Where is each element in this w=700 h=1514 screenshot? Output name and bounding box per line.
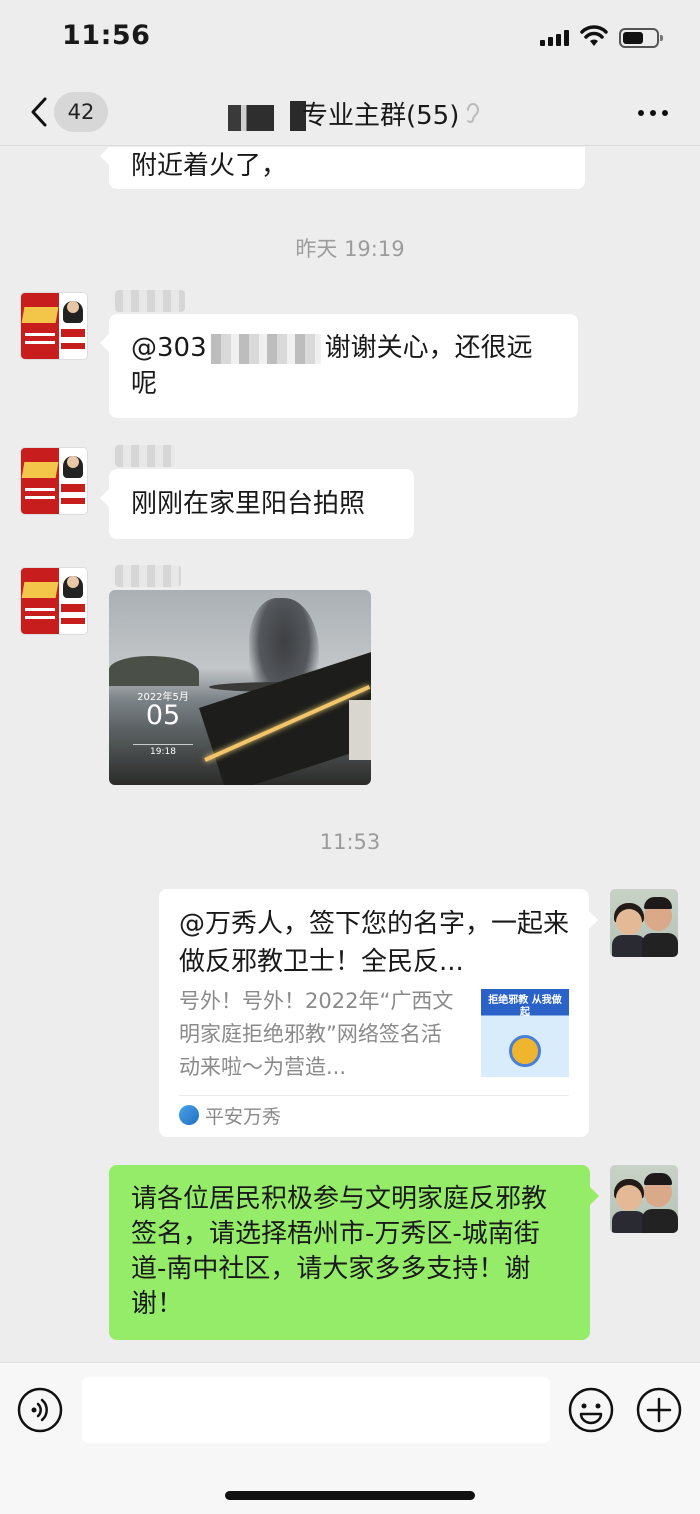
redacted-sender-name bbox=[115, 445, 175, 467]
avatar[interactable] bbox=[20, 292, 88, 360]
back-chevron-icon[interactable] bbox=[28, 96, 50, 128]
message-input[interactable] bbox=[82, 1377, 550, 1443]
ear-mode-icon bbox=[467, 103, 480, 123]
sent-message-bubble[interactable]: 请各位居民积极参与文明家庭反邪教签名，请选择梧州市-万秀区-城南街道-南中社区，… bbox=[109, 1165, 599, 1340]
link-card-title: @万秀人，签下您的名字，一起来做反邪教卫士！全民反... bbox=[179, 909, 569, 977]
redacted-title-part bbox=[228, 105, 274, 131]
wifi-icon bbox=[580, 25, 608, 46]
link-card-source: 平安万秀 bbox=[205, 1106, 282, 1128]
more-options-icon[interactable] bbox=[638, 110, 668, 116]
message-text-line2: 呢 bbox=[131, 369, 158, 399]
chat-header: 42 专业主群(55) bbox=[0, 80, 700, 146]
my-avatar[interactable] bbox=[610, 1165, 678, 1233]
redacted-mention-name bbox=[210, 333, 321, 364]
link-card[interactable]: @万秀人，签下您的名字，一起来做反邪教卫士！全民反... 号外！号外！2022年… bbox=[159, 889, 598, 1137]
redacted-sender-name bbox=[115, 290, 185, 312]
mention-text: @303 bbox=[131, 333, 207, 363]
message-bubble-previous[interactable]: 附近着火了， bbox=[100, 147, 585, 189]
voice-input-icon[interactable] bbox=[17, 1387, 63, 1433]
medal-icon bbox=[509, 1035, 541, 1067]
home-indicator bbox=[225, 1491, 475, 1500]
input-bar bbox=[0, 1362, 700, 1514]
status-time: 11:56 bbox=[62, 20, 151, 51]
chat-title: 专业主群(55) bbox=[228, 94, 481, 132]
message-bubble[interactable]: 刚刚在家里阳台拍照 bbox=[100, 469, 414, 539]
avatar[interactable] bbox=[20, 447, 88, 515]
my-avatar[interactable] bbox=[610, 889, 678, 957]
message-list[interactable]: 附近着火了， 昨天 19:19 @303 谢谢关心，还很远 呢 刚刚在家里阳台拍照… bbox=[0, 147, 700, 1362]
link-card-thumbnail: 拒绝邪教 从我做起 bbox=[481, 989, 569, 1077]
thumbnail-text: 拒绝邪教 从我做起 bbox=[488, 995, 562, 1018]
source-logo-icon bbox=[179, 1105, 199, 1125]
timestamp: 11:53 bbox=[319, 830, 381, 854]
link-card-description: 号外！号外！2022年“广西文明家庭拒绝邪教”网络签名活动来啦～为营造... bbox=[179, 989, 454, 1079]
timestamp: 昨天 19:19 bbox=[295, 237, 405, 261]
plus-icon[interactable] bbox=[636, 1387, 682, 1433]
emoji-icon[interactable] bbox=[568, 1387, 614, 1433]
message-text: 请各位居民积极参与文明家庭反邪教签名，请选择梧州市-万秀区-城南街道-南中社区，… bbox=[131, 1184, 548, 1319]
unread-count-badge[interactable]: 42 bbox=[54, 92, 108, 132]
cellular-signal-icon bbox=[540, 30, 570, 46]
photo-message[interactable]: 2022年5月 05 19:18 bbox=[109, 590, 371, 785]
message-text: 谢谢关心，还很远 bbox=[324, 333, 533, 363]
message-text: 附近着火了， bbox=[131, 151, 288, 181]
photo-watermark-time: 19:18 bbox=[133, 744, 193, 757]
group-name: 专业主群(55) bbox=[302, 100, 460, 131]
battery-icon bbox=[619, 28, 663, 48]
redacted-sender-name bbox=[115, 565, 181, 587]
message-text: 刚刚在家里阳台拍照 bbox=[131, 489, 366, 519]
message-bubble[interactable]: @303 谢谢关心，还很远 呢 bbox=[100, 314, 578, 418]
status-bar: 11:56 bbox=[0, 0, 700, 80]
avatar[interactable] bbox=[20, 567, 88, 635]
photo-watermark-day: 05 bbox=[145, 700, 181, 731]
divider bbox=[179, 1095, 569, 1096]
